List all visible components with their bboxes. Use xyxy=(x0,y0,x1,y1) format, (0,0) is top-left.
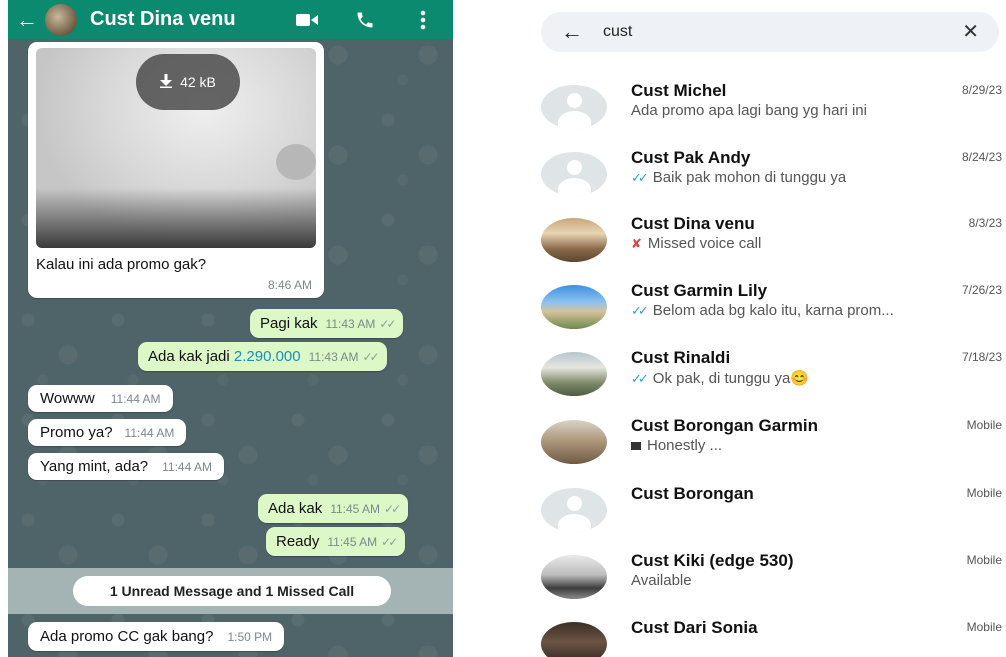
contact-avatar xyxy=(541,218,607,262)
unread-banner: 1 Unread Message and 1 Missed Call xyxy=(8,568,453,614)
message-time: 11:45 AM xyxy=(327,535,378,549)
message-text: Promo ya? xyxy=(40,424,113,441)
double-check-icon: ✓✓ xyxy=(362,350,379,364)
contact-date: Mobile xyxy=(966,553,1002,567)
outgoing-message[interactable]: Pagi kak 11:43 AM ✓✓ xyxy=(250,309,404,338)
download-button[interactable]: 42 kB xyxy=(136,54,240,110)
message-text: Ready xyxy=(276,533,320,550)
message-time: 11:44 AM xyxy=(110,392,161,406)
contact-row[interactable]: Cust Pak Andy 8/24/23 ✓✓ Baik pak mohon d… xyxy=(531,148,1006,218)
message-preview: Honestly ... xyxy=(631,437,722,454)
double-check-icon: ✓✓ xyxy=(384,502,401,516)
contact-row[interactable]: Cust Dina venu 8/3/23 ✘ Missed voice call xyxy=(531,214,1006,284)
contact-avatar xyxy=(541,285,607,329)
image-message[interactable]: 42 kB Kalau ini ada promo gak? 8:46 AM xyxy=(28,42,324,298)
contact-date: 8/29/23 xyxy=(961,83,1002,97)
search-bar: ← ✕ xyxy=(541,12,999,52)
message-time: 11:44 AM xyxy=(162,460,212,474)
outgoing-message[interactable]: Ready 11:45 AM ✓✓ xyxy=(266,527,406,556)
default-avatar-icon xyxy=(541,152,607,196)
contact-row[interactable]: Cust Borongan Garmin Mobile Honestly ... xyxy=(531,416,1006,486)
contact-date: 8/24/23 xyxy=(961,150,1002,164)
contact-name: Cust Rinaldi xyxy=(631,348,731,367)
contact-row[interactable]: Cust Garmin Lily 7/26/23 ✓✓ Belom ada bg … xyxy=(531,281,1006,351)
contact-date: 7/18/23 xyxy=(961,350,1002,364)
double-check-icon: ✓✓ xyxy=(379,317,396,331)
contact-date: Mobile xyxy=(966,486,1002,500)
contact-avatar xyxy=(541,555,607,599)
message-text: Ada promo CC gak bang? xyxy=(40,628,214,645)
media-icon xyxy=(631,442,641,451)
incoming-message[interactable]: Yang mint, ada? 11:44 AM xyxy=(28,453,224,480)
image-caption: Kalau ini ada promo gak? xyxy=(36,256,207,273)
clear-icon[interactable]: ✕ xyxy=(962,22,979,42)
contact-name: Cust Borongan xyxy=(631,484,754,503)
chat-header: ← Cust Dina venu xyxy=(8,0,453,39)
message-text: Wowww xyxy=(40,390,95,407)
contact-row[interactable]: Cust Dari Sonia Mobile xyxy=(531,618,1006,657)
incoming-message[interactable]: Ada promo CC gak bang? 1:50 PM xyxy=(28,622,285,651)
download-size: 42 kB xyxy=(180,74,216,90)
message-text: Pagi kak xyxy=(260,315,318,332)
message-preview: ✘ Missed voice call xyxy=(631,235,762,252)
contact-name: Cust Dari Sonia xyxy=(631,618,758,637)
missed-call-icon: ✘ xyxy=(631,236,642,251)
chat-title[interactable]: Cust Dina venu xyxy=(90,8,295,31)
message-time: 11:43 AM xyxy=(325,317,376,331)
message-time: 11:45 AM xyxy=(330,502,381,516)
message-time: 11:43 AM xyxy=(308,350,359,364)
message-text: Yang mint, ada? xyxy=(40,458,149,475)
search-input[interactable] xyxy=(603,23,963,41)
outgoing-message[interactable]: Ada kak 11:45 AM ✓✓ xyxy=(258,494,409,523)
contact-date: 8/3/23 xyxy=(968,216,1002,230)
contact-row[interactable]: Cust Borongan Mobile xyxy=(531,484,1006,554)
message-preview: ✓✓ Baik pak mohon di tunggu ya xyxy=(631,169,847,186)
message-preview: ✓✓ Belom ada bg kalo itu, karna prom... xyxy=(631,302,894,319)
download-icon xyxy=(160,73,173,91)
contact-date: 7/26/23 xyxy=(961,283,1002,297)
message-preview: ✓✓ Ok pak, di tunggu ya😊 xyxy=(631,370,810,387)
more-vert-icon[interactable] xyxy=(411,8,435,32)
contact-name: Cust Garmin Lily xyxy=(631,281,768,300)
default-avatar-icon xyxy=(541,85,607,129)
contact-avatar[interactable] xyxy=(44,2,78,37)
contact-name: Cust Kiki (edge 530) xyxy=(631,551,794,570)
message-time: 11:44 AM xyxy=(124,426,175,440)
contact-name: Cust Pak Andy xyxy=(631,148,751,167)
contact-avatar xyxy=(541,622,607,657)
double-check-icon: ✓✓ xyxy=(381,535,398,549)
contact-name: Cust Borongan Garmin xyxy=(631,416,819,435)
outgoing-message[interactable]: Ada kak jadi 2.290.000 11:43 AM ✓✓ xyxy=(138,342,387,371)
video-call-icon[interactable] xyxy=(295,8,319,32)
contact-date: Mobile xyxy=(966,620,1002,634)
contact-row[interactable]: Cust Michel 8/29/23 Ada promo apa lagi b… xyxy=(531,81,1006,151)
message-text: Ada kak xyxy=(268,500,323,517)
phone-icon[interactable] xyxy=(353,8,377,32)
contact-row[interactable]: Cust Kiki (edge 530) Mobile Available xyxy=(531,551,1006,621)
contact-avatar xyxy=(541,420,607,464)
back-arrow-icon[interactable]: ← xyxy=(561,21,583,43)
double-check-icon: ✓✓ xyxy=(631,170,649,185)
contact-date: Mobile xyxy=(966,418,1002,432)
message-text: Ada kak jadi xyxy=(148,348,234,365)
blurred-image[interactable]: 42 kB xyxy=(36,48,316,248)
message-time: 1:50 PM xyxy=(227,630,273,644)
incoming-message[interactable]: Promo ya? 11:44 AM xyxy=(28,419,187,446)
chat-screen: ← Cust Dina venu 42 kB Kalau ini ada pro… xyxy=(8,0,453,657)
contact-name: Cust Michel xyxy=(631,81,727,100)
default-avatar-icon xyxy=(541,488,607,532)
contact-avatar xyxy=(541,352,607,396)
search-screen: ← ✕ Cust Michel 8/29/23 Ada promo apa la… xyxy=(531,0,1006,657)
message-preview: Ada promo apa lagi bang yg hari ini xyxy=(631,102,867,119)
message-time: 8:46 AM xyxy=(267,278,312,292)
double-check-icon: ✓✓ xyxy=(631,371,649,386)
unread-label: 1 Unread Message and 1 Missed Call xyxy=(73,576,391,606)
message-preview: Available xyxy=(631,572,692,589)
double-check-icon: ✓✓ xyxy=(631,303,649,318)
incoming-message[interactable]: Wowww 11:44 AM xyxy=(28,385,173,412)
contact-row[interactable]: Cust Rinaldi 7/18/23 ✓✓ Ok pak, di tunggu… xyxy=(531,348,1006,418)
amount-link[interactable]: 2.290.000 xyxy=(234,348,301,365)
back-arrow-icon[interactable]: ← xyxy=(16,8,38,31)
contact-name: Cust Dina venu xyxy=(631,214,755,233)
